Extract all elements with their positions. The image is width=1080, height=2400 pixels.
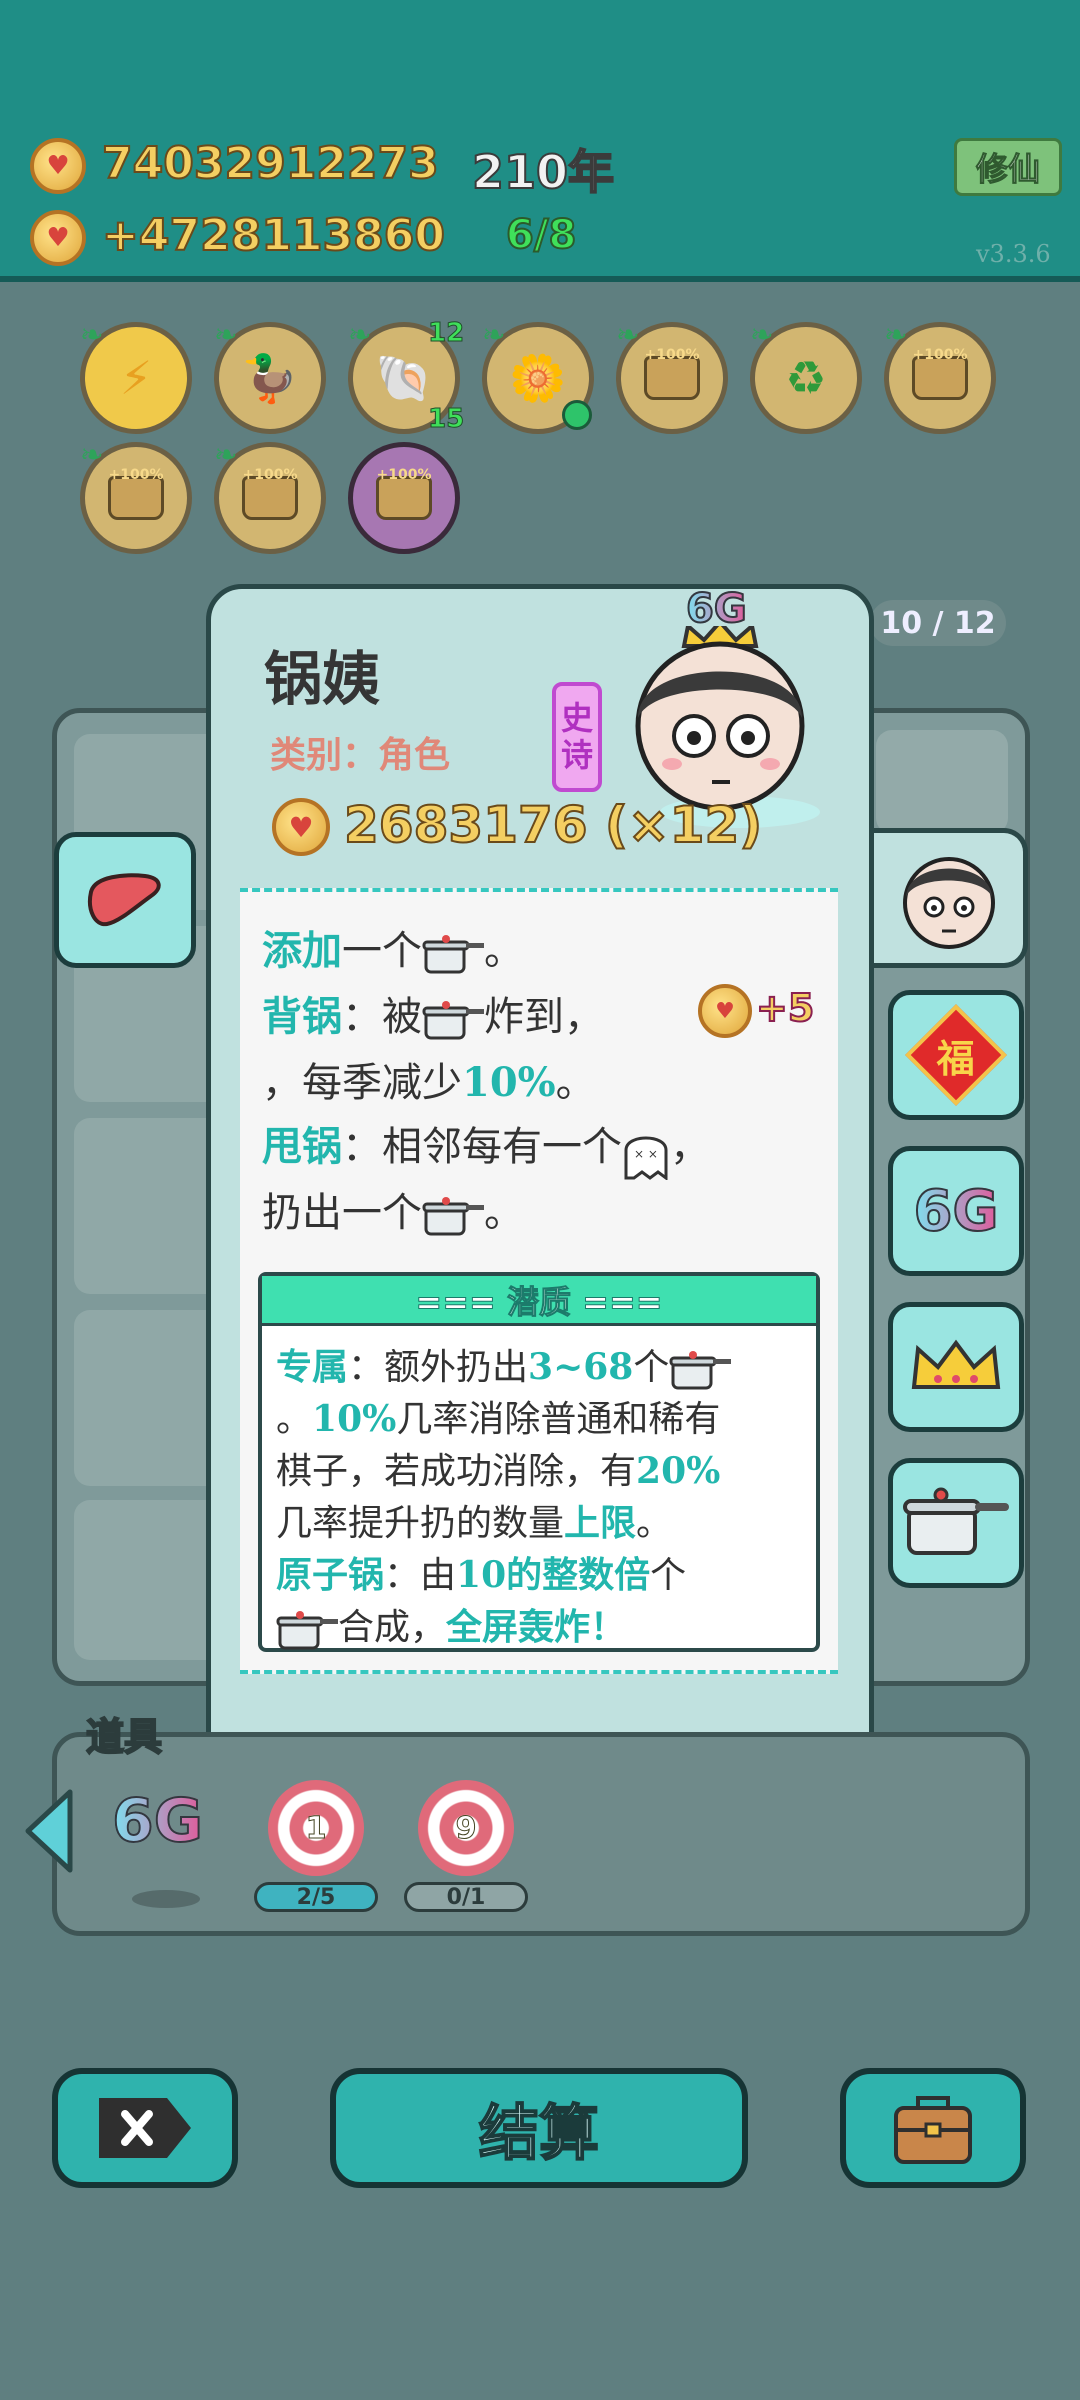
item-target-2[interactable]: 9 [418,1780,514,1876]
leaf-icon: ❧ [214,438,238,471]
gold-total: 74032912273 [101,137,440,190]
shadow [132,1890,200,1908]
potential-line-4: 几率提升扔的数量上限。 [276,1502,673,1544]
leaf-icon: ❧ [80,318,104,351]
potential-line-3: 棋子，若成功消除，有20% [276,1450,721,1492]
item-target-1[interactable]: 1 [268,1780,364,1876]
tab-6g[interactable]: 6G [888,1146,1024,1276]
inventory-button[interactable] [840,2068,1026,2188]
liver-button[interactable] [54,832,196,968]
liver-icon [88,873,161,927]
item-1-count: 2/5 [254,1882,378,1912]
pressure-cooker-icon [276,1610,338,1650]
card-value: 2683176 (×12) [343,795,763,855]
potential-line-6: 合成，全屏轰炸！ [276,1598,626,1650]
potential-line-1: 专属：额外扔出3~68个 [276,1338,732,1390]
card-description: 添加一个。 背锅：被 炸到， ♥ +5 ，每季减少10%。 甩锅：相邻每有一个 × … [240,888,838,1674]
income-value: +4728113860 [101,209,446,262]
leaf-icon: ❧ [348,318,372,351]
desc-line-3: ，每季减少10%。 [262,1059,596,1106]
briefcase-icon [894,2096,972,2164]
xiuxian-button[interactable]: 修仙 [954,138,1062,196]
desc-line-4: 甩锅：相邻每有一个 × ×， [262,1114,710,1181]
desc-line-1: 添加一个。 [262,927,524,974]
shell-icon: 🐚 [375,350,433,405]
lightning-icon: ⚡ [119,351,153,405]
recycle-icon: ♻ [785,351,827,405]
crown-icon [911,1339,1001,1389]
leaf-icon: ❧ [214,318,238,351]
pressure-cooker-icon [422,1196,484,1236]
left-arrow-icon[interactable] [20,1786,80,1876]
income-coin-icon: ♥ [30,210,86,266]
page-indicator: 10 / 12 [870,600,1006,646]
relic-pot-5[interactable]: +100% [348,442,460,554]
board-slot-lantern [876,730,1008,834]
bonus-coin-icon: ♥ [698,984,752,1038]
pressure-cooker-icon [422,1000,484,1040]
fu-icon: 福 [905,1004,1007,1106]
potential-line-5: 原子锅：由10的整数倍个 [276,1554,687,1596]
delete-button[interactable] [52,2068,238,2188]
potential-box: === 潜质 === 专属：额外扔出3~68个 。10%几率消除普通和稀有 棋子… [258,1272,820,1652]
tab-fu[interactable]: 福 [888,990,1024,1120]
flower-pot-icon: 🌼 [509,350,567,405]
face-icon [903,857,995,949]
tab-crown[interactable] [888,1302,1024,1432]
relic-shell-count-bottom: 15 [427,404,465,435]
slot-counter: 6/8 [505,211,577,259]
items-label: 道具 [85,1713,163,1760]
pressure-cooker-icon [669,1350,732,1390]
leaf-icon: ❧ [80,438,104,471]
gold-coin-icon: ♥ [30,138,86,194]
svg-text:× ×: × × [634,1147,658,1161]
version-label: v3.3.6 [976,240,1051,268]
pressure-cooker-icon [903,1487,1009,1555]
ghost-icon: × × [622,1130,670,1181]
settle-button[interactable]: 结算 [330,2068,748,2188]
tab-face[interactable] [868,828,1028,968]
leaf-icon: ❧ [482,318,506,351]
pressure-cooker-icon [422,934,484,974]
rarity-badge: 史诗 [552,682,602,792]
desc-line-2: 背锅：被 炸到， [262,993,604,1040]
duck-pot-icon: 🦆 [241,350,299,405]
relic-shell-count-top: 12 [427,318,465,349]
potential-title: === 潜质 === [262,1276,816,1326]
items-6g: 6G [111,1785,204,1857]
tab-pressure-cooker[interactable] [888,1458,1024,1588]
value-coin-icon: ♥ [272,798,330,856]
active-dot [562,400,592,430]
leaf-icon: ❧ [750,318,774,351]
card-category: 类别：角色 [270,735,451,776]
bonus-value: +5 [755,985,815,1031]
item-2-count: 0/1 [404,1882,528,1912]
potential-line-2: 。10%几率消除普通和稀有 [276,1398,721,1440]
card-name: 锅姨 [264,645,381,713]
leaf-icon: ❧ [884,318,908,351]
desc-line-5: 扔出一个。 [262,1190,524,1236]
year-counter: 210年 [471,144,615,200]
leaf-icon: ❧ [616,318,640,351]
delete-icon [99,2098,191,2158]
